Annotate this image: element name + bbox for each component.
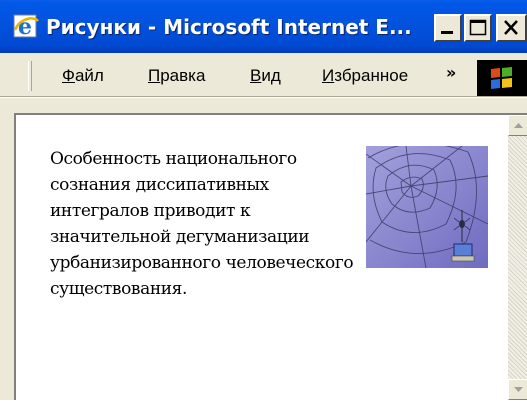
menu-overflow-chevron[interactable]: » (446, 63, 456, 83)
scroll-track[interactable] (508, 136, 527, 379)
scroll-down-icon (514, 387, 523, 392)
title-bar[interactable]: e Рисунки - Microsoft Internet E... (0, 0, 527, 53)
menu-edit[interactable]: Правка (148, 63, 205, 89)
toolbar-grip[interactable] (28, 61, 32, 91)
content-frame: Особенность национального сознания дисси… (14, 113, 527, 400)
page-content: Особенность национального сознания дисси… (16, 115, 508, 400)
close-icon (504, 20, 518, 35)
windows-throbber-icon (491, 67, 512, 89)
browser-window: e Рисунки - Microsoft Internet E... Файл… (0, 0, 527, 400)
menu-file[interactable]: Файл (62, 63, 104, 89)
close-button[interactable] (496, 14, 527, 42)
menu-edit-label: равка (160, 66, 206, 85)
windows-throbber (477, 60, 527, 96)
menu-file-label: айл (74, 66, 104, 85)
spider-web-picture (366, 146, 488, 268)
maximize-icon (469, 19, 487, 36)
toolbar-band (0, 97, 527, 113)
menu-edit-hotkey: П (148, 66, 161, 85)
menu-favorites-label: збранное (334, 66, 409, 85)
menu-bar: Файл Правка Вид Избранное » (0, 53, 527, 97)
menu-favorites-hotkey: И (322, 66, 335, 85)
scroll-down-button[interactable] (508, 379, 527, 400)
scroll-up-button[interactable] (508, 115, 527, 136)
menu-favorites[interactable]: Избранное (322, 63, 442, 89)
minimize-icon (441, 31, 453, 34)
ie-logo-icon: e (13, 14, 39, 40)
window-title: Рисунки - Microsoft Internet E... (46, 15, 412, 39)
menu-view-label: ид (261, 66, 281, 85)
menu-file-hotkey: Ф (62, 66, 75, 85)
maximize-button[interactable] (464, 14, 492, 42)
scroll-up-icon (514, 123, 523, 128)
menu-view-hotkey: В (250, 66, 262, 85)
page-paragraph: Особенность национального сознания дисси… (50, 146, 490, 302)
minimize-button[interactable] (434, 14, 462, 42)
vertical-scrollbar[interactable] (508, 115, 527, 400)
menu-view[interactable]: Вид (250, 63, 281, 89)
page-paragraph-text: Особенность национального сознания дисси… (50, 149, 354, 299)
